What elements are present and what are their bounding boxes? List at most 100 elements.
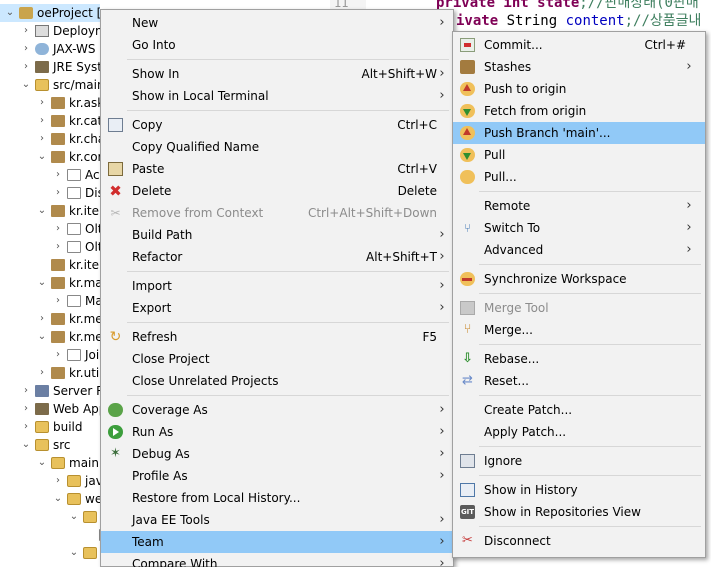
menu-item-ignore[interactable]: Ignore: [453, 450, 705, 472]
tree-item[interactable]: › Deploym: [0, 22, 100, 40]
menu-item-java-ee-tools[interactable]: Java EE Tools ›: [101, 509, 453, 531]
tree-item[interactable]: › Joi: [0, 346, 100, 364]
tree-item[interactable]: › Server Ru: [0, 382, 100, 400]
menu-item-stashes[interactable]: Stashes ›: [453, 56, 705, 78]
chevron-down-icon[interactable]: ⌄: [36, 202, 48, 220]
menu-item-disconnect[interactable]: ✂ Disconnect: [453, 530, 705, 552]
tree-item[interactable]: › kr.cha: [0, 130, 100, 148]
menu-item-compare-with[interactable]: Compare With ›: [101, 553, 453, 567]
tree-item[interactable]: › kr.util: [0, 364, 100, 382]
chevron-right-icon[interactable]: ›: [52, 238, 64, 256]
chevron-right-icon[interactable]: ›: [20, 382, 32, 400]
tree-item[interactable]: [0, 526, 100, 544]
tree-item[interactable]: › Dis: [0, 184, 100, 202]
tree-item[interactable]: ⌄ src: [0, 436, 100, 454]
chevron-down-icon[interactable]: ⌄: [20, 76, 32, 94]
chevron-right-icon[interactable]: ›: [36, 112, 48, 130]
chevron-right-icon[interactable]: ›: [52, 166, 64, 184]
menu-item-coverage-as[interactable]: Coverage As ›: [101, 399, 453, 421]
menu-item-show-in-history[interactable]: Show in History: [453, 479, 705, 501]
chevron-right-icon[interactable]: ›: [52, 346, 64, 364]
menu-item-switch-to[interactable]: ⑂ Switch To ›: [453, 217, 705, 239]
menu-item-apply-patch[interactable]: Apply Patch...: [453, 421, 705, 443]
chevron-right-icon[interactable]: ›: [36, 310, 48, 328]
tree-item[interactable]: › Ac: [0, 166, 100, 184]
package-explorer-tree[interactable]: ⌄ oeProject [m › Deploym › JAX-WS › JRE Syste ⌄ s…: [0, 0, 100, 567]
chevron-down-icon[interactable]: ⌄: [4, 4, 16, 22]
menu-item-new[interactable]: New ›: [101, 12, 453, 34]
menu-item-delete[interactable]: ✖ Delete Delete: [101, 180, 453, 202]
chevron-right-icon[interactable]: ›: [52, 292, 64, 310]
tree-item[interactable]: › JAX-WS: [0, 40, 100, 58]
menu-item-team[interactable]: Team ›: [101, 531, 453, 553]
menu-item-build-path[interactable]: Build Path ›: [101, 224, 453, 246]
chevron-right-icon[interactable]: ›: [20, 22, 32, 40]
tree-item[interactable]: ⌄: [0, 508, 100, 526]
tree-item[interactable]: › JRE Syste: [0, 58, 100, 76]
tree-item[interactable]: › kr.me: [0, 310, 100, 328]
menu-item-fetch-from-origin[interactable]: Fetch from origin: [453, 100, 705, 122]
tree-item[interactable]: › jav: [0, 472, 100, 490]
menu-item-remote[interactable]: Remote ›: [453, 195, 705, 217]
menu-item-copy[interactable]: Copy Ctrl+C: [101, 114, 453, 136]
chevron-right-icon[interactable]: ›: [52, 472, 64, 490]
menu-item-paste[interactable]: Paste Ctrl+V: [101, 158, 453, 180]
tree-item[interactable]: ⌄ src/main: [0, 76, 100, 94]
chevron-right-icon[interactable]: ›: [20, 40, 32, 58]
tree-item[interactable]: ⌄ oeProject [m: [0, 4, 100, 22]
chevron-down-icon[interactable]: ⌄: [36, 328, 48, 346]
chevron-down-icon[interactable]: ⌄: [20, 436, 32, 454]
menu-item-rebase[interactable]: ⇩ Rebase...: [453, 348, 705, 370]
chevron-right-icon[interactable]: ›: [52, 220, 64, 238]
menu-item-copy-qualified-name[interactable]: Copy Qualified Name: [101, 136, 453, 158]
tree-item[interactable]: › Olt: [0, 220, 100, 238]
menu-item-profile-as[interactable]: Profile As ›: [101, 465, 453, 487]
tree-item[interactable]: ⌄ main: [0, 454, 100, 472]
menu-item-advanced[interactable]: Advanced ›: [453, 239, 705, 261]
menu-item-debug-as[interactable]: ✶ Debug As ›: [101, 443, 453, 465]
menu-item-close-unrelated-projects[interactable]: Close Unrelated Projects: [101, 370, 453, 392]
chevron-down-icon[interactable]: ⌄: [68, 508, 80, 526]
menu-item-go-into[interactable]: Go Into: [101, 34, 453, 56]
tree-item[interactable]: › Web App: [0, 400, 100, 418]
menu-item-import[interactable]: Import ›: [101, 275, 453, 297]
menu-item-close-project[interactable]: Close Project: [101, 348, 453, 370]
chevron-right-icon[interactable]: ›: [36, 364, 48, 382]
tree-item[interactable]: ⌄: [0, 544, 100, 562]
menu-item-synchronize-workspace[interactable]: Synchronize Workspace: [453, 268, 705, 290]
menu-item-refresh[interactable]: ↻ Refresh F5: [101, 326, 453, 348]
chevron-right-icon[interactable]: ›: [52, 184, 64, 202]
menu-item-run-as[interactable]: Run As ›: [101, 421, 453, 443]
tree-item[interactable]: kr.iter: [0, 256, 100, 274]
chevron-right-icon[interactable]: ›: [36, 94, 48, 112]
tree-item[interactable]: ⌄ kr.iter: [0, 202, 100, 220]
menu-item-pull[interactable]: Pull...: [453, 166, 705, 188]
menu-item-pull[interactable]: Pull: [453, 144, 705, 166]
menu-item-commit[interactable]: Commit... Ctrl+#: [453, 34, 705, 56]
menu-item-reset[interactable]: ⇄ Reset...: [453, 370, 705, 392]
chevron-right-icon[interactable]: ›: [20, 418, 32, 436]
menu-item-show-in-local-terminal[interactable]: Show in Local Terminal ›: [101, 85, 453, 107]
chevron-right-icon[interactable]: ›: [20, 58, 32, 76]
tree-item[interactable]: › kr.ask: [0, 94, 100, 112]
menu-item-export[interactable]: Export ›: [101, 297, 453, 319]
chevron-down-icon[interactable]: ⌄: [36, 148, 48, 166]
menu-item-refactor[interactable]: Refactor Alt+Shift+T ›: [101, 246, 453, 268]
chevron-down-icon[interactable]: ⌄: [68, 544, 80, 562]
tree-item[interactable]: › Olt: [0, 238, 100, 256]
tree-item[interactable]: › kr.cate: [0, 112, 100, 130]
tree-item[interactable]: ⌄ we: [0, 490, 100, 508]
tree-item[interactable]: › build: [0, 418, 100, 436]
tree-item[interactable]: ⌄ kr.ma: [0, 274, 100, 292]
menu-item-show-in-repositories-view[interactable]: GIT Show in Repositories View: [453, 501, 705, 523]
menu-item-create-patch[interactable]: Create Patch...: [453, 399, 705, 421]
chevron-down-icon[interactable]: ⌄: [52, 490, 64, 508]
tree-item[interactable]: ⌄ kr.me: [0, 328, 100, 346]
menu-item-merge[interactable]: ⑂ Merge...: [453, 319, 705, 341]
tree-item[interactable]: › Ma: [0, 292, 100, 310]
chevron-right-icon[interactable]: ›: [20, 400, 32, 418]
menu-item-push-to-origin[interactable]: Push to origin: [453, 78, 705, 100]
menu-item-push-branch-main[interactable]: Push Branch 'main'...: [453, 122, 705, 144]
chevron-down-icon[interactable]: ⌄: [36, 454, 48, 472]
tree-item[interactable]: ⌄ kr.cor: [0, 148, 100, 166]
